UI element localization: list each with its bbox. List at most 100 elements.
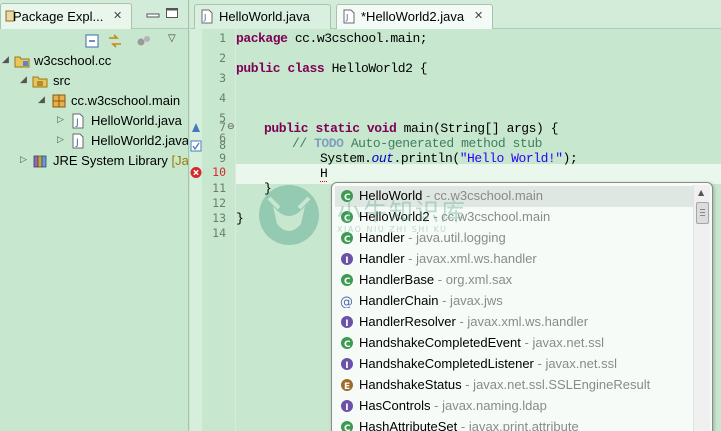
- tab-package-explorer[interactable]: Package Expl... ✕: [0, 3, 132, 29]
- collapse-all-icon[interactable]: [84, 33, 100, 49]
- tree-item-src[interactable]: ◢ src: [0, 71, 188, 91]
- svg-text:C: C: [344, 424, 351, 431]
- tree-item-helloworld[interactable]: ▷ J HelloWorld.java: [0, 111, 188, 131]
- proposal-item[interactable]: I HandlerResolver - javax.xml.ws.handler: [335, 312, 693, 333]
- maximize-icon[interactable]: [165, 7, 179, 19]
- proposal-type-name: HandlerBase: [359, 272, 435, 287]
- svg-text:J: J: [345, 13, 348, 22]
- svg-text:J: J: [203, 13, 206, 22]
- svg-text:J: J: [75, 118, 79, 128]
- proposal-label: HandshakeCompletedListener - javax.net.s…: [359, 356, 617, 371]
- proposal-type-name: HandshakeCompletedEvent: [359, 335, 521, 350]
- proposal-type-name: Handler: [359, 230, 405, 245]
- proposal-label: HasControls - javax.naming.ldap: [359, 398, 547, 413]
- close-icon[interactable]: ✕: [474, 9, 483, 22]
- minimize-icon[interactable]: [146, 9, 160, 21]
- code-line-8: // TODO Auto-generated method stub: [292, 136, 542, 151]
- line-number: 1: [219, 31, 226, 45]
- proposal-scrollbar[interactable]: ▲: [693, 185, 710, 431]
- project-icon: [14, 56, 30, 68]
- enum-icon: E: [341, 379, 353, 392]
- tab-helloworld2-java[interactable]: J *HelloWorld2.java ✕: [336, 4, 493, 29]
- proposal-package: - org.xml.sax: [434, 272, 513, 287]
- svg-text:C: C: [344, 340, 351, 350]
- code-line-13: }: [236, 211, 244, 226]
- line-number: 9: [219, 151, 226, 165]
- library-icon: [33, 155, 47, 168]
- focus-task-icon[interactable]: [136, 33, 152, 49]
- svg-text:C: C: [344, 214, 351, 224]
- proposal-type-name: Handler: [359, 251, 405, 266]
- proposal-item[interactable]: C HashAttributeSet - javax.print.attribut…: [335, 417, 693, 431]
- svg-text:E: E: [344, 382, 350, 392]
- svg-text:@: @: [340, 295, 353, 308]
- proposal-item[interactable]: C HelloWorld2 - cc.w3cschool.main: [335, 207, 693, 228]
- line-number: 13: [212, 211, 226, 225]
- class-icon: C: [341, 190, 353, 203]
- proposal-label: HelloWorld - cc.w3cschool.main: [359, 188, 543, 203]
- fold-toggle-icon[interactable]: ⊖: [227, 122, 235, 132]
- proposal-package: - javax.xml.ws.handler: [404, 251, 537, 266]
- collapse-arrow-icon[interactable]: ▷: [57, 115, 64, 125]
- code-line-3: public class HelloWorld2 {: [236, 61, 428, 76]
- proposal-package: - javax.net.ssl: [520, 335, 604, 350]
- expand-arrow-icon[interactable]: ◢: [38, 95, 45, 105]
- proposal-label: HandshakeStatus - javax.net.ssl.SSLEngin…: [359, 377, 650, 392]
- proposal-item[interactable]: C HandlerBase - org.xml.sax: [335, 270, 693, 291]
- svg-text:C: C: [344, 235, 351, 245]
- proposal-item[interactable]: C HandshakeCompletedEvent - javax.net.ssl: [335, 333, 693, 354]
- proposal-item[interactable]: E HandshakeStatus - javax.net.ssl.SSLEngi…: [335, 375, 693, 396]
- tree-item-label: HelloWorld2.java: [91, 133, 189, 148]
- proposal-item[interactable]: C Handler - java.util.logging: [335, 228, 693, 249]
- proposal-item[interactable]: I Handler - javax.xml.ws.handler: [335, 249, 693, 270]
- svg-text:I: I: [345, 319, 348, 329]
- proposal-item[interactable]: C HelloWorld - cc.w3cschool.main: [335, 186, 693, 207]
- proposal-package: - javax.jws: [438, 293, 503, 308]
- expand-arrow-icon[interactable]: ◢: [2, 55, 9, 65]
- package-explorer-toolbar: ▽: [0, 29, 188, 51]
- proposal-type-name: HashAttributeSet: [359, 419, 458, 431]
- proposal-label: Handler - javax.xml.ws.handler: [359, 251, 537, 266]
- tree-item-helloworld2[interactable]: ▷ J HelloWorld2.java: [0, 131, 189, 151]
- scroll-up-icon[interactable]: ▲: [698, 188, 704, 197]
- link-with-editor-icon[interactable]: [107, 33, 123, 49]
- svg-text:C: C: [344, 193, 351, 203]
- expand-arrow-icon[interactable]: ◢: [20, 75, 27, 85]
- collapse-arrow-icon[interactable]: ▷: [57, 135, 64, 145]
- scrollbar-thumb[interactable]: [696, 202, 709, 224]
- view-menu-icon[interactable]: ▽: [168, 33, 176, 44]
- package-explorer-tabbar: Package Expl... ✕: [0, 0, 188, 29]
- interface-icon: I: [341, 316, 353, 329]
- proposal-package: - javax.net.ssl.SSLEngineResult: [461, 377, 651, 392]
- proposal-package: - cc.w3cschool.main: [429, 209, 551, 224]
- proposal-item[interactable]: I HasControls - javax.naming.ldap: [335, 396, 693, 417]
- proposal-label: HandlerBase - org.xml.sax: [359, 272, 512, 287]
- class-icon: C: [341, 211, 353, 224]
- class-icon: C: [341, 274, 353, 287]
- java-file-icon: J: [72, 113, 84, 129]
- line-number: 7: [219, 120, 226, 134]
- tree-item-jre[interactable]: ▷ JRE System Library [Jav: [0, 151, 188, 171]
- collapse-arrow-icon[interactable]: ▷: [20, 155, 27, 165]
- proposal-label: HelloWorld2 - cc.w3cschool.main: [359, 209, 550, 224]
- proposal-label: HandshakeCompletedEvent - javax.net.ssl: [359, 335, 604, 350]
- java-file-icon: J: [201, 9, 213, 24]
- svg-text:I: I: [345, 361, 348, 371]
- current-line-highlight: [236, 164, 721, 184]
- annotation-icon: @: [340, 295, 353, 308]
- svg-text:J: J: [75, 138, 79, 148]
- class-icon: C: [341, 421, 353, 431]
- tab-helloworld-java[interactable]: J HelloWorld.java: [194, 4, 331, 29]
- tree-item-project[interactable]: ◢ w3cschool.cc: [0, 51, 188, 71]
- tree-item-package[interactable]: ◢ cc.w3cschool.main: [0, 91, 188, 111]
- proposal-type-name: HasControls: [359, 398, 431, 413]
- interface-icon: I: [341, 400, 353, 413]
- close-icon[interactable]: ✕: [113, 9, 122, 22]
- proposal-item[interactable]: @ HandlerChain - javax.jws: [335, 291, 693, 312]
- tree-item-label: src: [53, 73, 71, 88]
- proposal-item[interactable]: I HandshakeCompletedListener - javax.net.…: [335, 354, 693, 375]
- line-number: 3: [219, 71, 226, 85]
- content-assist-popup[interactable]: C HelloWorld - cc.w3cschool.main C HelloWor…: [331, 182, 713, 431]
- proposal-package: - javax.xml.ws.handler: [455, 314, 589, 329]
- proposal-package: - cc.w3cschool.main: [422, 188, 543, 203]
